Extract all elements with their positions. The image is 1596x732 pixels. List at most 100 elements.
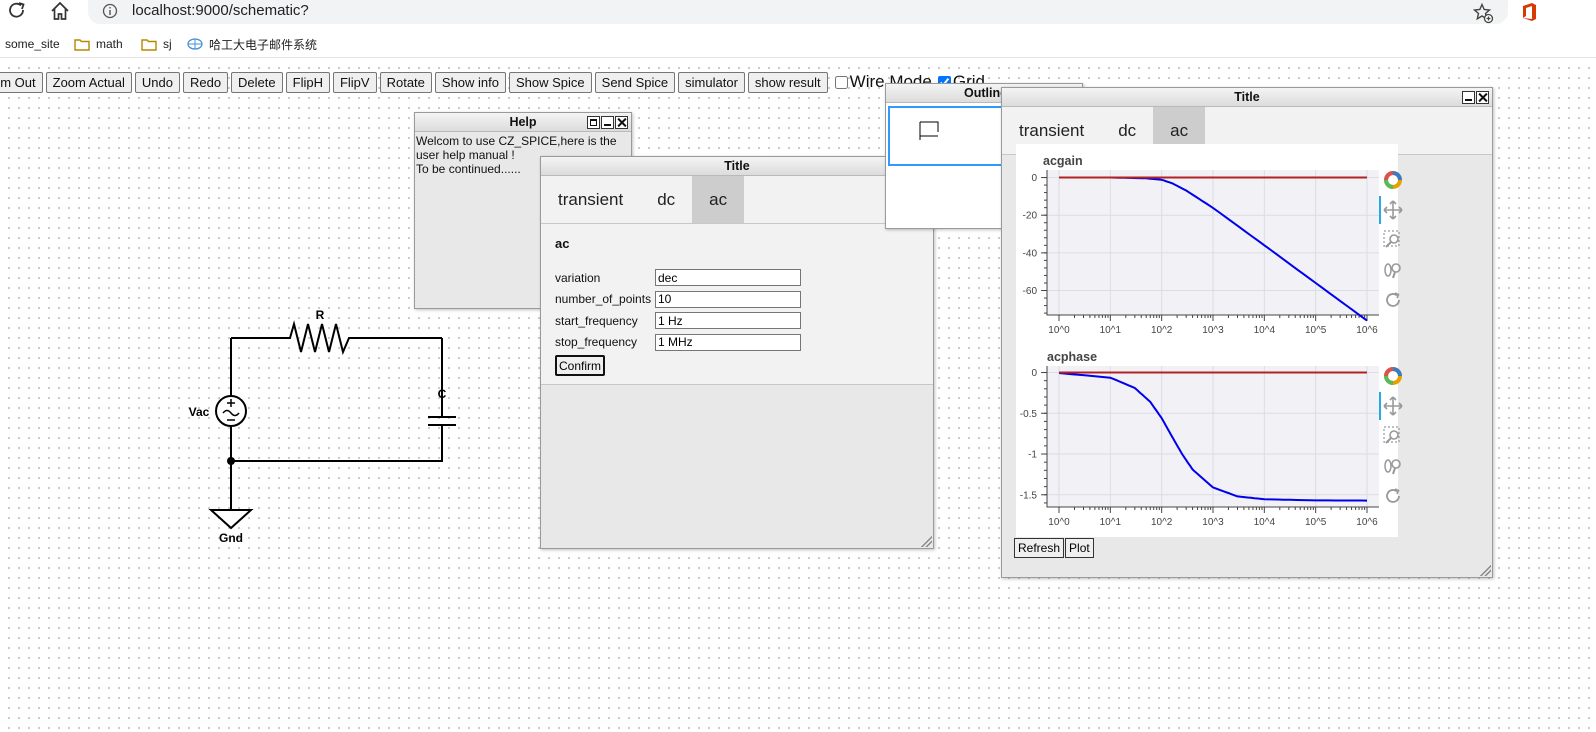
show-spice-button[interactable]: Show Spice bbox=[509, 71, 592, 93]
refresh-button[interactable]: Refresh bbox=[1014, 538, 1065, 558]
zoom-out-button[interactable]: om Out bbox=[0, 71, 43, 93]
wire-mode-checkbox[interactable] bbox=[834, 75, 848, 89]
analysis-tabs: transient dc ac bbox=[541, 176, 933, 224]
box-zoom-icon[interactable] bbox=[1383, 230, 1403, 250]
tab-ac[interactable]: ac bbox=[692, 176, 745, 223]
bookmark-label: 哈工大电子邮件系统 bbox=[209, 37, 318, 52]
stop-frequency-input[interactable] bbox=[655, 333, 801, 351]
x-tick-label: 10^0 bbox=[1048, 325, 1070, 336]
minimize-icon[interactable] bbox=[601, 116, 614, 129]
bookmark-label: sj bbox=[163, 37, 172, 51]
capacitor-label: C bbox=[438, 387, 447, 401]
wheel-zoom-icon[interactable] bbox=[1383, 260, 1403, 280]
minimize-icon[interactable] bbox=[1462, 91, 1475, 104]
show-info-button[interactable]: Show info bbox=[434, 71, 506, 93]
tab-transient[interactable]: transient bbox=[541, 176, 640, 223]
bookmark-hit-mail[interactable]: 哈工大电子邮件系统 bbox=[187, 34, 317, 54]
maximize-icon[interactable] bbox=[587, 116, 600, 129]
x-tick-label: 10^0 bbox=[1048, 517, 1070, 528]
acgain-title: acgain bbox=[1043, 154, 1083, 168]
y-tick-label: 0 bbox=[1031, 368, 1037, 379]
x-tick-label: 10^6 bbox=[1356, 517, 1378, 528]
y-tick-label: -1.5 bbox=[1020, 490, 1038, 501]
x-tick-label: 10^6 bbox=[1356, 325, 1378, 336]
result-window[interactable]: Title transient dc ac acgain 10^0 10^1 10^… bbox=[1001, 87, 1493, 578]
bookmark-some-site[interactable]: some_site bbox=[5, 34, 60, 54]
plots-panel: acgain 10^0 10^1 10^2 10^3 10^4 10^5 10^6 0 -20 -… bbox=[1016, 144, 1403, 537]
url-text: localhost:9000/schematic? bbox=[132, 2, 309, 19]
result-actions: Refresh Plot bbox=[1014, 538, 1095, 558]
pan-icon[interactable] bbox=[1383, 396, 1403, 416]
x-tick-label: 10^3 bbox=[1202, 325, 1224, 336]
flipv-button[interactable]: FlipV bbox=[332, 71, 377, 93]
wheel-zoom-icon[interactable] bbox=[1383, 456, 1403, 476]
folder-icon bbox=[74, 38, 90, 51]
x-tick-label: 10^1 bbox=[1100, 325, 1122, 336]
fliph-button[interactable]: FlipH bbox=[285, 71, 330, 93]
ac-window-titlebar[interactable]: Title bbox=[541, 157, 933, 176]
form-row-stop-frequency: stop_frequency bbox=[555, 332, 919, 354]
tab-dc[interactable]: dc bbox=[640, 176, 692, 223]
reset-icon[interactable] bbox=[1383, 486, 1403, 506]
help-window-titlebar[interactable]: Help bbox=[415, 113, 631, 132]
ac-form: ac variation number_of_points start_freq… bbox=[541, 224, 933, 385]
form-row-number-of-points: number_of_points bbox=[555, 289, 919, 311]
folder-icon bbox=[141, 38, 157, 51]
send-spice-button[interactable]: Send Spice bbox=[594, 71, 676, 93]
y-tick-label: -60 bbox=[1023, 286, 1038, 297]
pan-icon[interactable] bbox=[1383, 200, 1403, 220]
active-tool-indicator bbox=[1379, 392, 1381, 420]
close-icon[interactable] bbox=[1476, 91, 1489, 104]
result-window-titlebar[interactable]: Title bbox=[1002, 88, 1492, 107]
address-bar-area: localhost:9000/schematic? bbox=[0, 0, 1596, 26]
bokeh-logo-icon[interactable] bbox=[1383, 170, 1403, 190]
office-extension-icon[interactable] bbox=[1520, 2, 1538, 22]
y-tick-label: -1 bbox=[1028, 450, 1037, 461]
delete-button[interactable]: Delete bbox=[231, 71, 283, 93]
plot-button[interactable]: Plot bbox=[1065, 538, 1094, 558]
url-field[interactable]: localhost:9000/schematic? bbox=[88, 0, 1508, 24]
acphase-title: acphase bbox=[1047, 350, 1098, 364]
ac-voltage-source[interactable] bbox=[215, 395, 247, 427]
ac-settings-window[interactable]: Title transient dc ac ac variation numbe… bbox=[540, 156, 934, 549]
bokeh-logo-icon[interactable] bbox=[1383, 366, 1403, 386]
zoom-actual-button[interactable]: Zoom Actual bbox=[45, 71, 132, 93]
ground-symbol[interactable] bbox=[208, 509, 254, 530]
undo-button[interactable]: Undo bbox=[134, 71, 180, 93]
bookmark-folder-sj[interactable]: sj bbox=[141, 34, 172, 54]
number-of-points-input[interactable] bbox=[655, 290, 801, 308]
x-tick-label: 10^2 bbox=[1151, 517, 1173, 528]
confirm-button[interactable]: Confirm bbox=[555, 355, 606, 376]
reload-icon[interactable] bbox=[6, 0, 28, 22]
field-label: start_frequency bbox=[555, 313, 638, 328]
circuit-diagram: R C Vac Gnd bbox=[189, 308, 456, 545]
site-info-icon[interactable] bbox=[102, 3, 118, 19]
section-title: ac bbox=[555, 236, 570, 251]
reset-icon[interactable] bbox=[1383, 290, 1403, 310]
globe-icon bbox=[187, 38, 203, 50]
resistor[interactable] bbox=[231, 320, 442, 356]
help-window-title: Help bbox=[509, 115, 537, 129]
resize-handle[interactable] bbox=[921, 536, 932, 547]
field-label: stop_frequency bbox=[555, 335, 638, 350]
show-result-button[interactable]: show result bbox=[747, 71, 828, 93]
redo-button[interactable]: Redo bbox=[182, 71, 229, 93]
box-zoom-icon[interactable] bbox=[1383, 426, 1403, 446]
bookmarks-bar: some_site math sj 哈工大电子邮件系统 bbox=[0, 30, 1596, 58]
bookmark-label: math bbox=[96, 37, 123, 51]
start-frequency-input[interactable] bbox=[655, 312, 801, 330]
home-icon[interactable] bbox=[49, 0, 71, 22]
resize-handle[interactable] bbox=[1480, 565, 1491, 576]
variation-input[interactable] bbox=[655, 269, 801, 287]
x-tick-label: 10^4 bbox=[1254, 325, 1276, 336]
rotate-button[interactable]: Rotate bbox=[379, 71, 432, 93]
x-tick-label: 10^3 bbox=[1202, 517, 1224, 528]
acgain-plot[interactable]: 10^0 10^1 10^2 10^3 10^4 10^5 10^6 0 -20 -40 -60 bbox=[1016, 170, 1381, 345]
bookmark-folder-math[interactable]: math bbox=[74, 34, 123, 54]
acphase-plot[interactable]: 10^0 10^1 10^2 10^3 10^4 10^5 10^6 0 -0.5 -1 -1.5 bbox=[1016, 366, 1381, 537]
simulator-button[interactable]: simulator bbox=[678, 71, 745, 93]
bookmark-star-icon[interactable] bbox=[1472, 2, 1494, 24]
capacitor[interactable] bbox=[428, 416, 456, 430]
form-row-variation: variation bbox=[555, 267, 919, 289]
close-icon[interactable] bbox=[615, 116, 628, 129]
